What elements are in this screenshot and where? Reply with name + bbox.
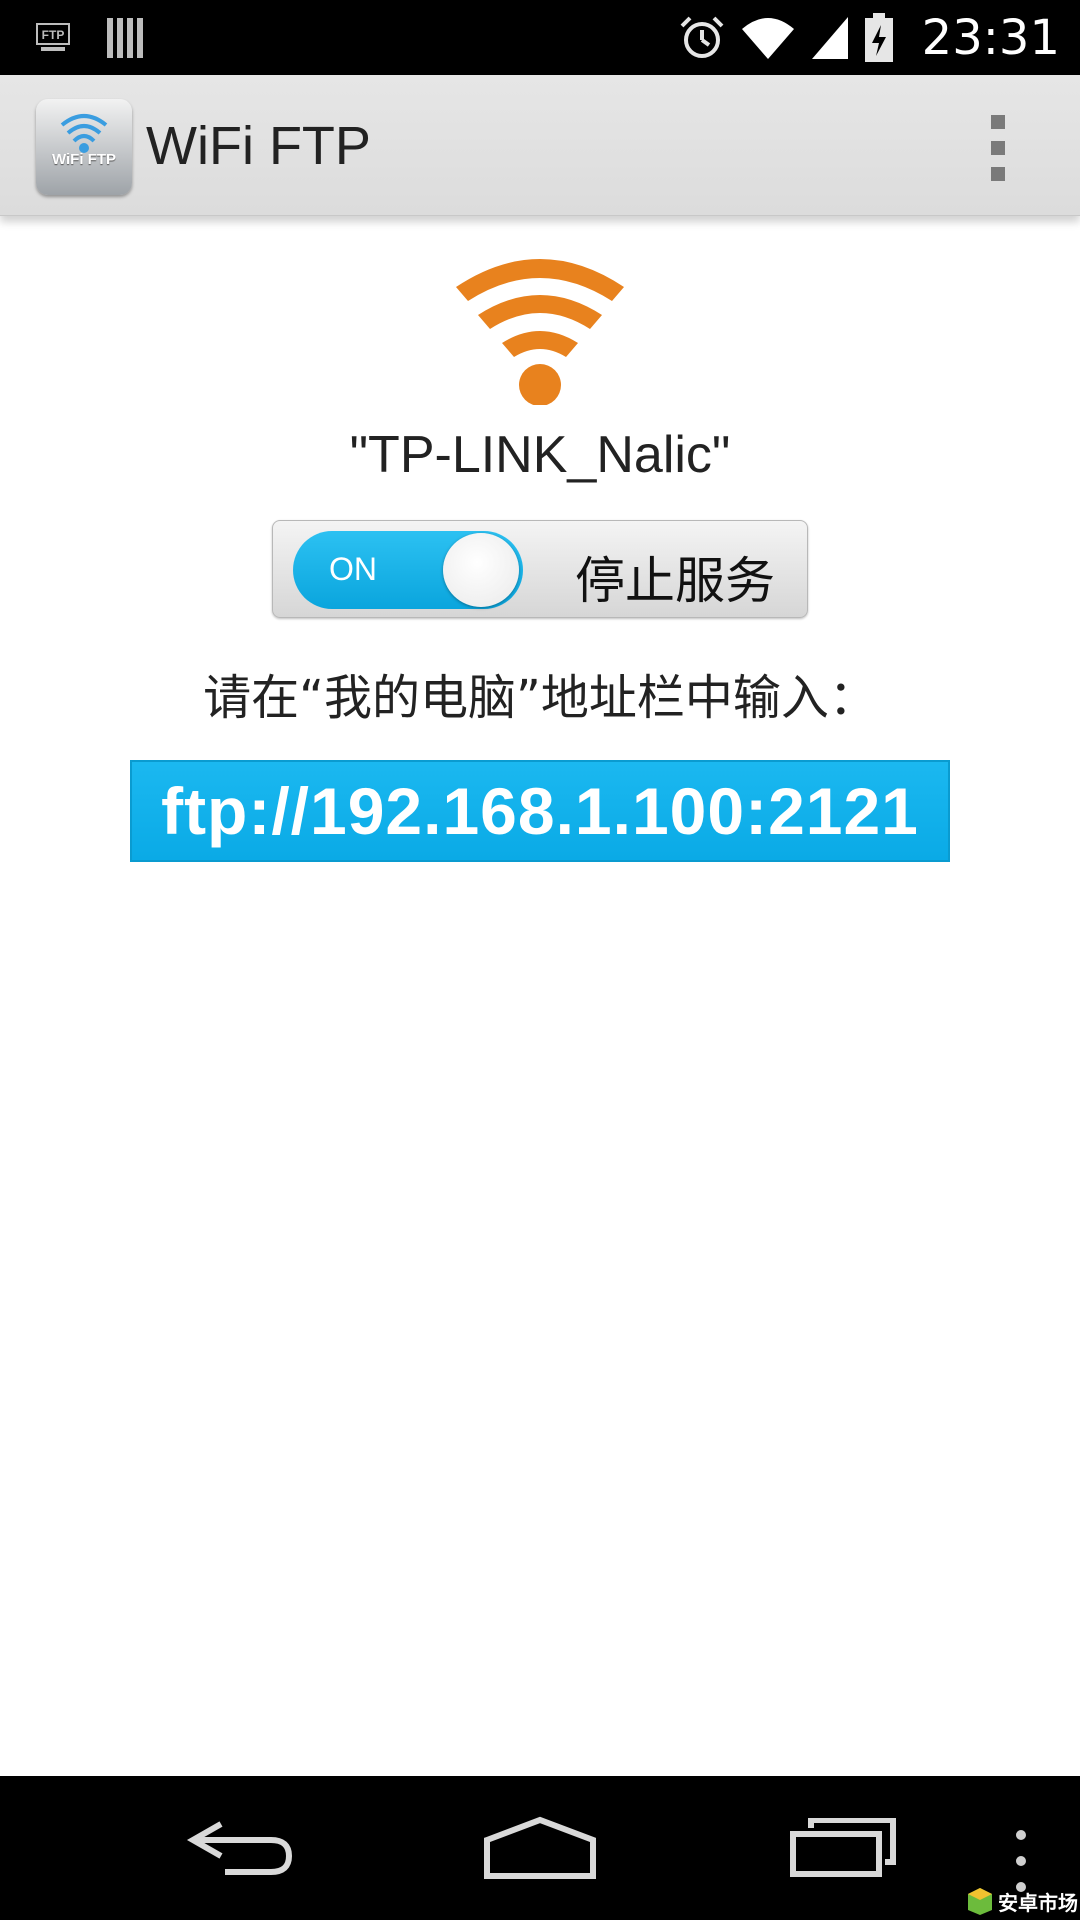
instruction-text: 请在“我的电脑”地址栏中输入： <box>203 670 877 726</box>
recent-apps-button[interactable] <box>774 1776 914 1920</box>
battery-charging-icon <box>864 12 893 62</box>
toggle-state-label: ON <box>329 551 377 587</box>
cell-signal-icon <box>811 16 848 59</box>
wifi-icon <box>456 259 624 405</box>
alarm-icon <box>680 16 724 58</box>
barcode-notification-icon <box>107 18 143 58</box>
watermark-text: 安卓市场 <box>998 1890 1078 1915</box>
navigation-bar <box>0 1776 1080 1920</box>
ftp-address: ftp://192.168.1.100:2121 <box>161 774 919 848</box>
menu-dot <box>1016 1830 1026 1840</box>
screen: FTP 23:31 WiFi FTP WiFi FTP "TP-LINK_Nal… <box>0 0 1080 1920</box>
back-button[interactable] <box>170 1776 310 1920</box>
ftp-icon-text: FTP <box>42 28 65 42</box>
action-bar: WiFi FTP WiFi FTP <box>0 75 1080 216</box>
app-icon-label: WiFi FTP <box>51 151 117 168</box>
wifi-ssid: "TP-LINK_Nalic" <box>349 426 731 484</box>
toggle-knob[interactable] <box>443 533 519 607</box>
app-icon[interactable]: WiFi FTP <box>36 99 132 195</box>
overflow-dot <box>991 141 1005 155</box>
overflow-menu-icon[interactable] <box>984 115 1012 181</box>
ftp-address-box: ftp://192.168.1.100:2121 <box>130 760 950 862</box>
wifi-signal-icon <box>741 17 794 59</box>
system-status-icons: 23:31 <box>678 0 1060 75</box>
watermark-logo-icon <box>968 1888 992 1915</box>
app-title: WiFi FTP <box>146 116 371 176</box>
stop-service-label: 停止服务 <box>575 552 775 610</box>
service-toggle-panel[interactable]: ON 停止服务 <box>272 520 808 618</box>
notification-icons: FTP <box>36 14 144 62</box>
overflow-dot <box>991 115 1005 129</box>
recent-apps-icon <box>790 1818 896 1877</box>
status-time: 23:31 <box>921 9 1060 66</box>
menu-dot <box>1016 1856 1026 1866</box>
home-icon <box>484 1816 596 1879</box>
watermark: 安卓市场 <box>966 1882 1080 1920</box>
ftp-notification-icon: FTP <box>36 23 70 51</box>
service-toggle[interactable]: ON <box>293 531 523 609</box>
back-icon <box>186 1821 293 1875</box>
home-button[interactable] <box>470 1776 610 1920</box>
status-bar: FTP 23:31 <box>0 0 1080 75</box>
overflow-dot <box>991 167 1005 181</box>
